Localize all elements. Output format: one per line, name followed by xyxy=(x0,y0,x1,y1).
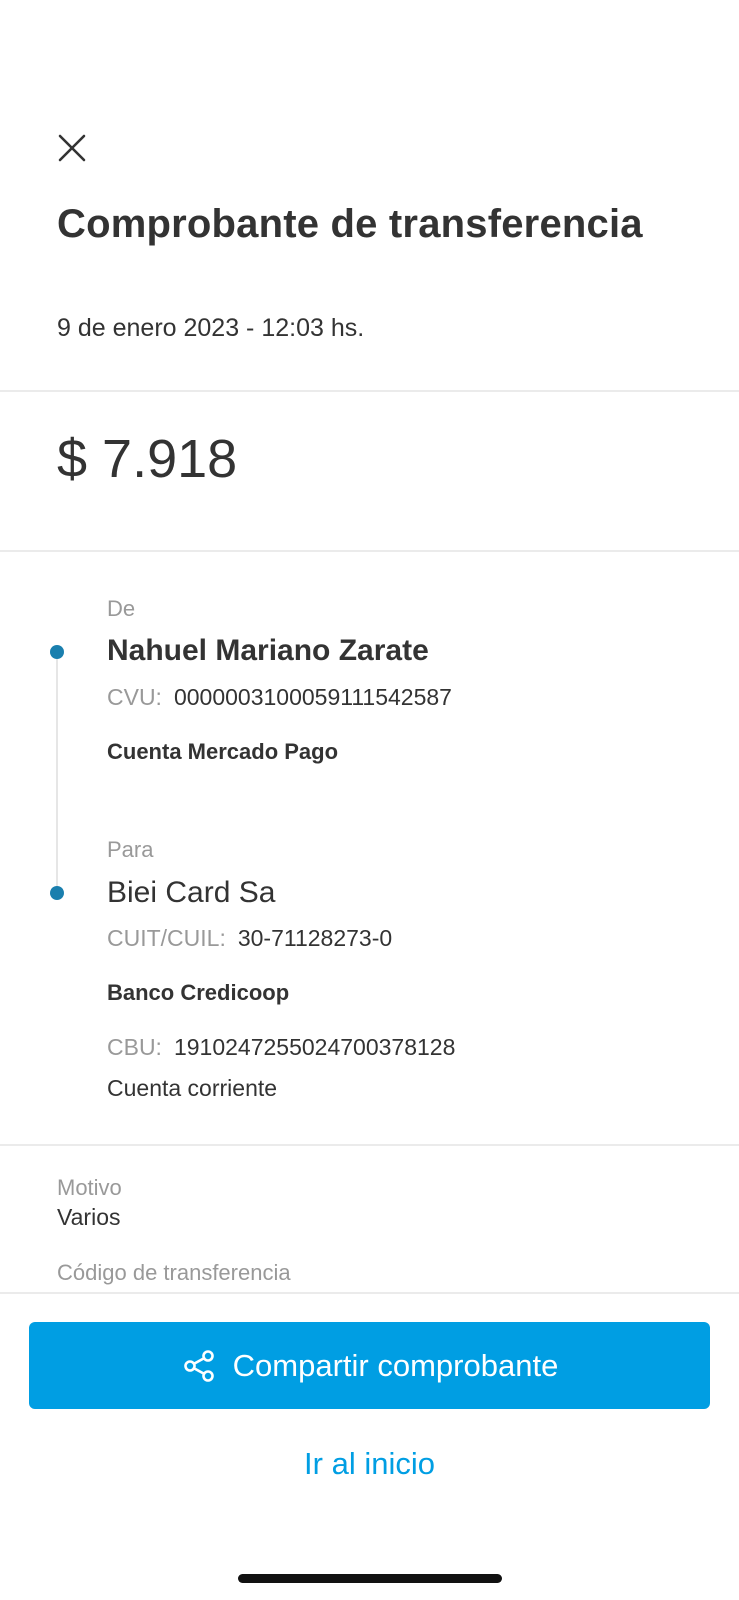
transfer-amount: $ 7.918 xyxy=(57,429,238,489)
share-icon xyxy=(183,1349,214,1382)
to-cuit-value: 30-71128273-0 xyxy=(237,925,393,951)
transfer-date: 9 de enero 2023 - 12:03 hs. xyxy=(57,314,365,342)
reason-value: Varios xyxy=(57,1204,121,1230)
timeline-dot-from xyxy=(50,645,64,659)
go-home-link[interactable]: Ir al inicio xyxy=(0,1446,739,1482)
reason-label: Motivo xyxy=(57,1175,122,1200)
from-cvu-value: 0000003100059111542587 xyxy=(173,684,452,710)
divider xyxy=(0,550,739,552)
from-name: Nahuel Mariano Zarate xyxy=(107,634,429,667)
close-icon xyxy=(58,134,86,162)
to-cbu-label: CBU: xyxy=(107,1034,162,1060)
close-button[interactable] xyxy=(52,128,92,168)
page-title: Comprobante de transferencia xyxy=(57,202,643,246)
from-label: De xyxy=(107,596,136,621)
from-account: Cuenta Mercado Pago xyxy=(107,739,339,764)
home-indicator[interactable] xyxy=(238,1574,502,1583)
to-bank: Banco Credicoop xyxy=(107,980,290,1005)
timeline-dot-to xyxy=(50,886,64,900)
divider xyxy=(0,1144,739,1146)
to-cbu-value: 1910247255024700378128 xyxy=(173,1034,456,1060)
share-button-label: Compartir comprobante xyxy=(232,1347,559,1383)
to-label: Para xyxy=(107,837,154,862)
to-name: Biei Card Sa xyxy=(107,876,276,909)
to-account-type: Cuenta corriente xyxy=(107,1075,278,1101)
timeline-line xyxy=(56,652,58,894)
divider xyxy=(0,1292,739,1294)
to-cuit: CUIT/CUIL: 30-71128273-0 xyxy=(107,925,392,952)
transfer-code-label: Código de transferencia xyxy=(57,1260,291,1285)
divider xyxy=(0,390,739,392)
to-cbu: CBU: 1910247255024700378128 xyxy=(107,1034,455,1061)
share-receipt-button[interactable]: Compartir comprobante xyxy=(29,1322,710,1409)
from-cvu-label: CVU: xyxy=(107,684,162,710)
to-cuit-label: CUIT/CUIL: xyxy=(107,925,226,951)
from-cvu: CVU: 0000003100059111542587 xyxy=(107,684,452,711)
